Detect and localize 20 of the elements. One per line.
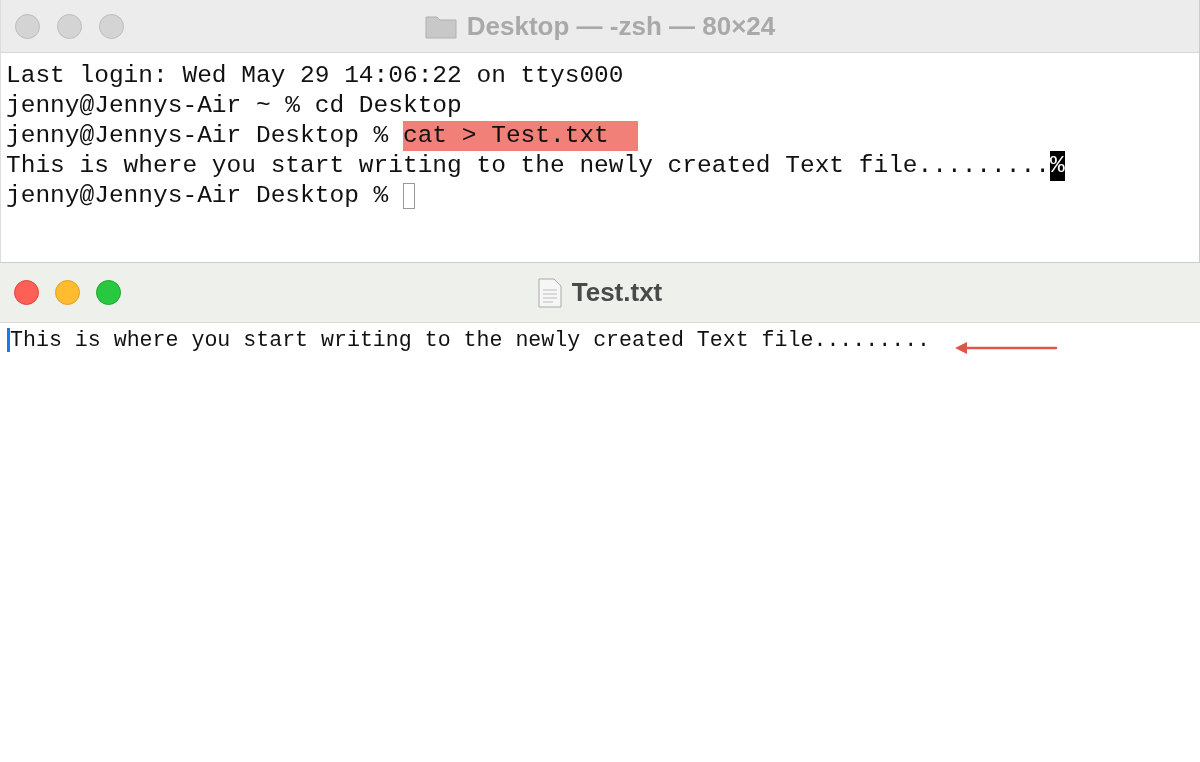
window-title: Test.txt <box>571 277 663 308</box>
window-title: Desktop — -zsh — 80×24 <box>466 10 776 42</box>
window-control-icon[interactable] <box>57 13 82 39</box>
prompt-mark: % <box>1049 151 1065 181</box>
window-control-icon[interactable] <box>99 13 124 39</box>
terminal-text: jenny@Jennys-Air ~ % cd Desktop <box>6 91 462 121</box>
document-icon <box>537 277 562 308</box>
document-text[interactable]: This is where you start writing to the newly created Text file......... <box>10 328 931 352</box>
window-control-icon[interactable] <box>15 13 40 39</box>
text-cursor <box>7 328 10 352</box>
terminal-text: jenny@Jennys-Air Desktop % <box>6 121 390 151</box>
terminal-text: jenny@Jennys-Air Desktop % <box>6 181 390 211</box>
window-control-icon[interactable] <box>55 280 80 305</box>
cursor-icon <box>402 183 415 209</box>
folder-icon <box>424 13 457 39</box>
window-control-icon[interactable] <box>14 280 39 305</box>
window-control-icon[interactable] <box>96 280 121 305</box>
highlighted-command: cat > Test.txt <box>402 121 639 151</box>
terminal-text: This is where you start writing to the newly created Text file......... <box>6 151 1050 181</box>
terminal-text: Last login: Wed May 29 14:06:22 on ttys000 <box>6 61 624 91</box>
